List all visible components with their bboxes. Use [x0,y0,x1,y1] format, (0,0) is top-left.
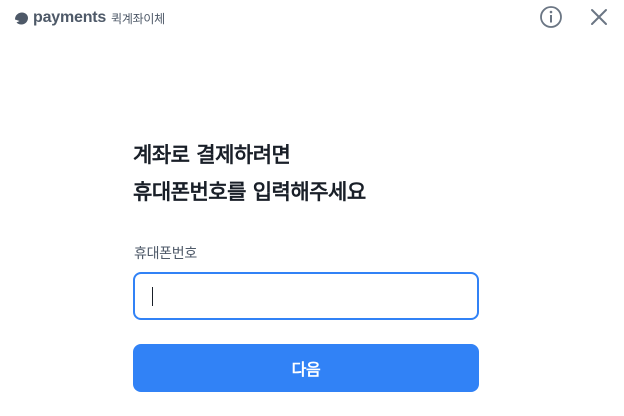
brand: payments 퀵계좌이체 [13,7,165,29]
info-icon [539,5,563,33]
header: payments 퀵계좌이체 [0,0,624,36]
toss-logo-icon [13,10,30,27]
brand-name: payments [33,9,107,26]
title-line-1: 계좌로 결제하려면 [133,143,291,167]
close-button[interactable] [586,6,612,32]
phone-field-label: 휴대폰번호 [134,246,197,262]
close-icon [589,7,609,31]
brand-subtitle: 퀵계좌이체 [111,11,165,26]
info-button[interactable] [538,6,564,32]
text-caret [152,287,153,306]
next-button[interactable]: 다음 [133,344,479,392]
page-title: 계좌로 결제하려면 휴대폰번호를 입력해주세요 [133,137,366,211]
phone-number-input[interactable] [133,272,479,320]
title-line-2: 휴대폰번호를 입력해주세요 [133,180,366,204]
